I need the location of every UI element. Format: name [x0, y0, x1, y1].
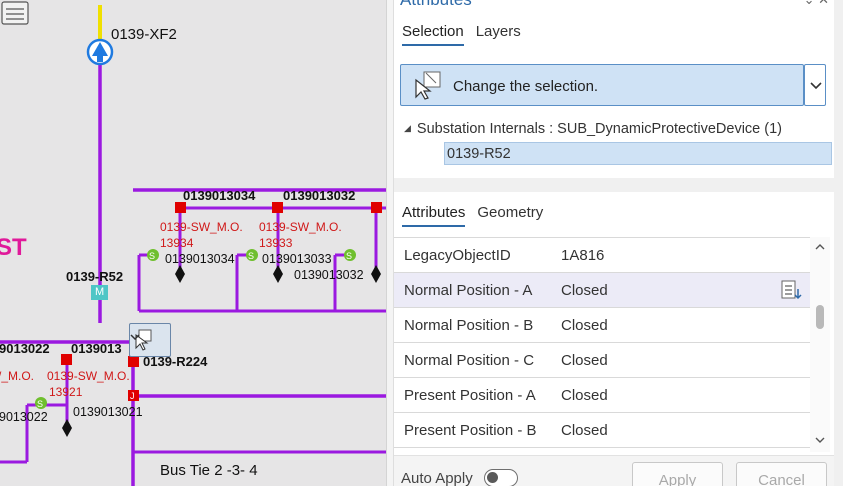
switch-num-label: 13933	[259, 236, 293, 250]
field-value[interactable]: Closed	[561, 317, 608, 334]
node-badge-text: S	[346, 251, 352, 261]
attributes-pane: Attributes ⌄ ✕ Selection Layers Change t…	[394, 0, 843, 486]
field-name: Normal Position - B	[404, 317, 534, 334]
change-selection-label: Change the selection.	[453, 78, 599, 95]
apply-button[interactable]: Apply	[632, 462, 723, 486]
chevron-down-icon	[130, 334, 140, 341]
fuse-badge-text: J	[130, 391, 135, 401]
attribute-row[interactable]: LegacyObjectID 1A816	[394, 238, 810, 273]
scroll-up-icon[interactable]	[815, 243, 825, 251]
field-value[interactable]: Closed	[561, 422, 608, 439]
auto-apply-label: Auto Apply	[401, 470, 473, 486]
tree-layer-node[interactable]: ◢ Substation Internals : SUB_DynamicProte…	[404, 121, 782, 137]
pane-title: Attributes	[400, 0, 472, 10]
field-name: LegacyObjectID	[404, 247, 511, 264]
field-name: Present Position - A	[404, 387, 536, 404]
transformer-label: 0139-XF2	[111, 26, 177, 43]
attribute-grid-scrollbar[interactable]	[810, 237, 830, 452]
table-icon[interactable]	[0, 0, 30, 26]
tree-feature-node[interactable]: 0139-R52	[444, 142, 832, 165]
change-selection-button[interactable]: Change the selection.	[400, 64, 804, 106]
attribute-row[interactable]: Normal Position - A Closed	[394, 273, 810, 308]
attribute-grid: LegacyObjectID 1A816 Normal Position - A…	[394, 237, 810, 452]
switch-name-label: 0139-SW_M.O.	[47, 369, 130, 383]
field-value[interactable]: Closed	[561, 387, 608, 404]
attribute-tab-bar: Attributes Geometry	[402, 204, 543, 227]
field-value[interactable]: 1A816	[561, 247, 604, 264]
field-name: Normal Position - C	[404, 352, 535, 369]
node-id-label: 0139013021	[73, 405, 143, 419]
pane-window-controls[interactable]: ⌄ ✕	[804, 0, 829, 8]
scroll-down-icon[interactable]	[815, 436, 825, 444]
field-value[interactable]: Closed	[561, 282, 608, 299]
bus-tie-label: Bus Tie 2 -3- 4	[160, 462, 258, 479]
map-view[interactable]: J S S S S 0139-XF2 ST 0139-R52 M 0139-R2…	[0, 0, 386, 486]
scrollbar-thumb[interactable]	[816, 305, 824, 329]
device-r52-label: 0139-R52	[66, 269, 124, 284]
switch-name-label: 0139-SW_M.O.	[259, 220, 342, 234]
cancel-button[interactable]: Cancel	[736, 462, 827, 486]
node-badge-text: S	[248, 251, 254, 261]
terminal-diamond-icon	[371, 265, 381, 283]
left-id-label: 9013022	[0, 341, 50, 356]
toggle-knob	[487, 472, 498, 483]
pane-splitter[interactable]	[386, 0, 394, 486]
terminal-diamond-icon	[175, 265, 185, 283]
attribute-row[interactable]: Present Position - A Closed	[394, 378, 810, 413]
attributes-footer: Auto Apply Apply Cancel	[394, 455, 834, 486]
node-id-label: 0139013032	[294, 268, 364, 282]
attribute-row[interactable]: Present Position - B Closed	[394, 413, 810, 448]
field-value[interactable]: Closed	[561, 352, 608, 369]
node-badge-text: S	[37, 399, 43, 409]
selection-tab-bar: Selection Layers	[402, 23, 521, 46]
chevron-down-icon	[810, 82, 822, 90]
switch-marker[interactable]	[371, 202, 382, 213]
r224-marker[interactable]	[128, 356, 139, 367]
tree-layer-label: Substation Internals : SUB_DynamicProtec…	[416, 121, 782, 137]
terminal-diamond-icon	[62, 419, 72, 437]
pointer-select-icon	[415, 71, 441, 100]
node-badge-text: S	[149, 251, 155, 261]
change-selection-dropdown[interactable]	[804, 64, 826, 106]
pane-scroll-strip	[834, 0, 843, 486]
attribute-row[interactable]: Normal Position - C Closed	[394, 343, 810, 378]
node-id-label: 0139013034	[165, 252, 235, 266]
terminal-diamond-icon	[273, 265, 283, 283]
switch-name-label: 0139-SW_M.O.	[160, 220, 243, 234]
switch-name-label: /_M.O.	[0, 369, 35, 383]
top-id-label: 0139013032	[283, 188, 356, 203]
list-sort-icon[interactable]	[781, 280, 803, 300]
auto-apply-toggle[interactable]	[484, 469, 518, 486]
tab-layers[interactable]: Layers	[476, 23, 521, 46]
section-divider	[394, 178, 834, 192]
map-selection-tool-button[interactable]	[129, 323, 171, 357]
switch-marker[interactable]	[175, 202, 186, 213]
switch-num-label: 13921	[49, 385, 83, 399]
switch-marker[interactable]	[272, 202, 283, 213]
partial-area-label: ST	[0, 234, 27, 261]
node-id-label: 0139013033	[262, 252, 332, 266]
attribute-row[interactable]: Normal Position - B Closed	[394, 308, 810, 343]
tab-selection[interactable]: Selection	[402, 23, 464, 46]
left-id-label: 0139013	[71, 341, 122, 356]
field-name: Normal Position - A	[404, 282, 533, 299]
field-name: Present Position - B	[404, 422, 537, 439]
node-id-label: 9013022	[0, 410, 48, 424]
collapse-triangle-icon[interactable]: ◢	[404, 123, 411, 134]
r52-badge-text: M	[95, 286, 105, 298]
switch-num-label: 13934	[160, 236, 194, 250]
tab-attributes[interactable]: Attributes	[402, 204, 466, 227]
top-id-label: 0139013034	[183, 188, 256, 203]
tab-geometry[interactable]: Geometry	[477, 204, 543, 227]
